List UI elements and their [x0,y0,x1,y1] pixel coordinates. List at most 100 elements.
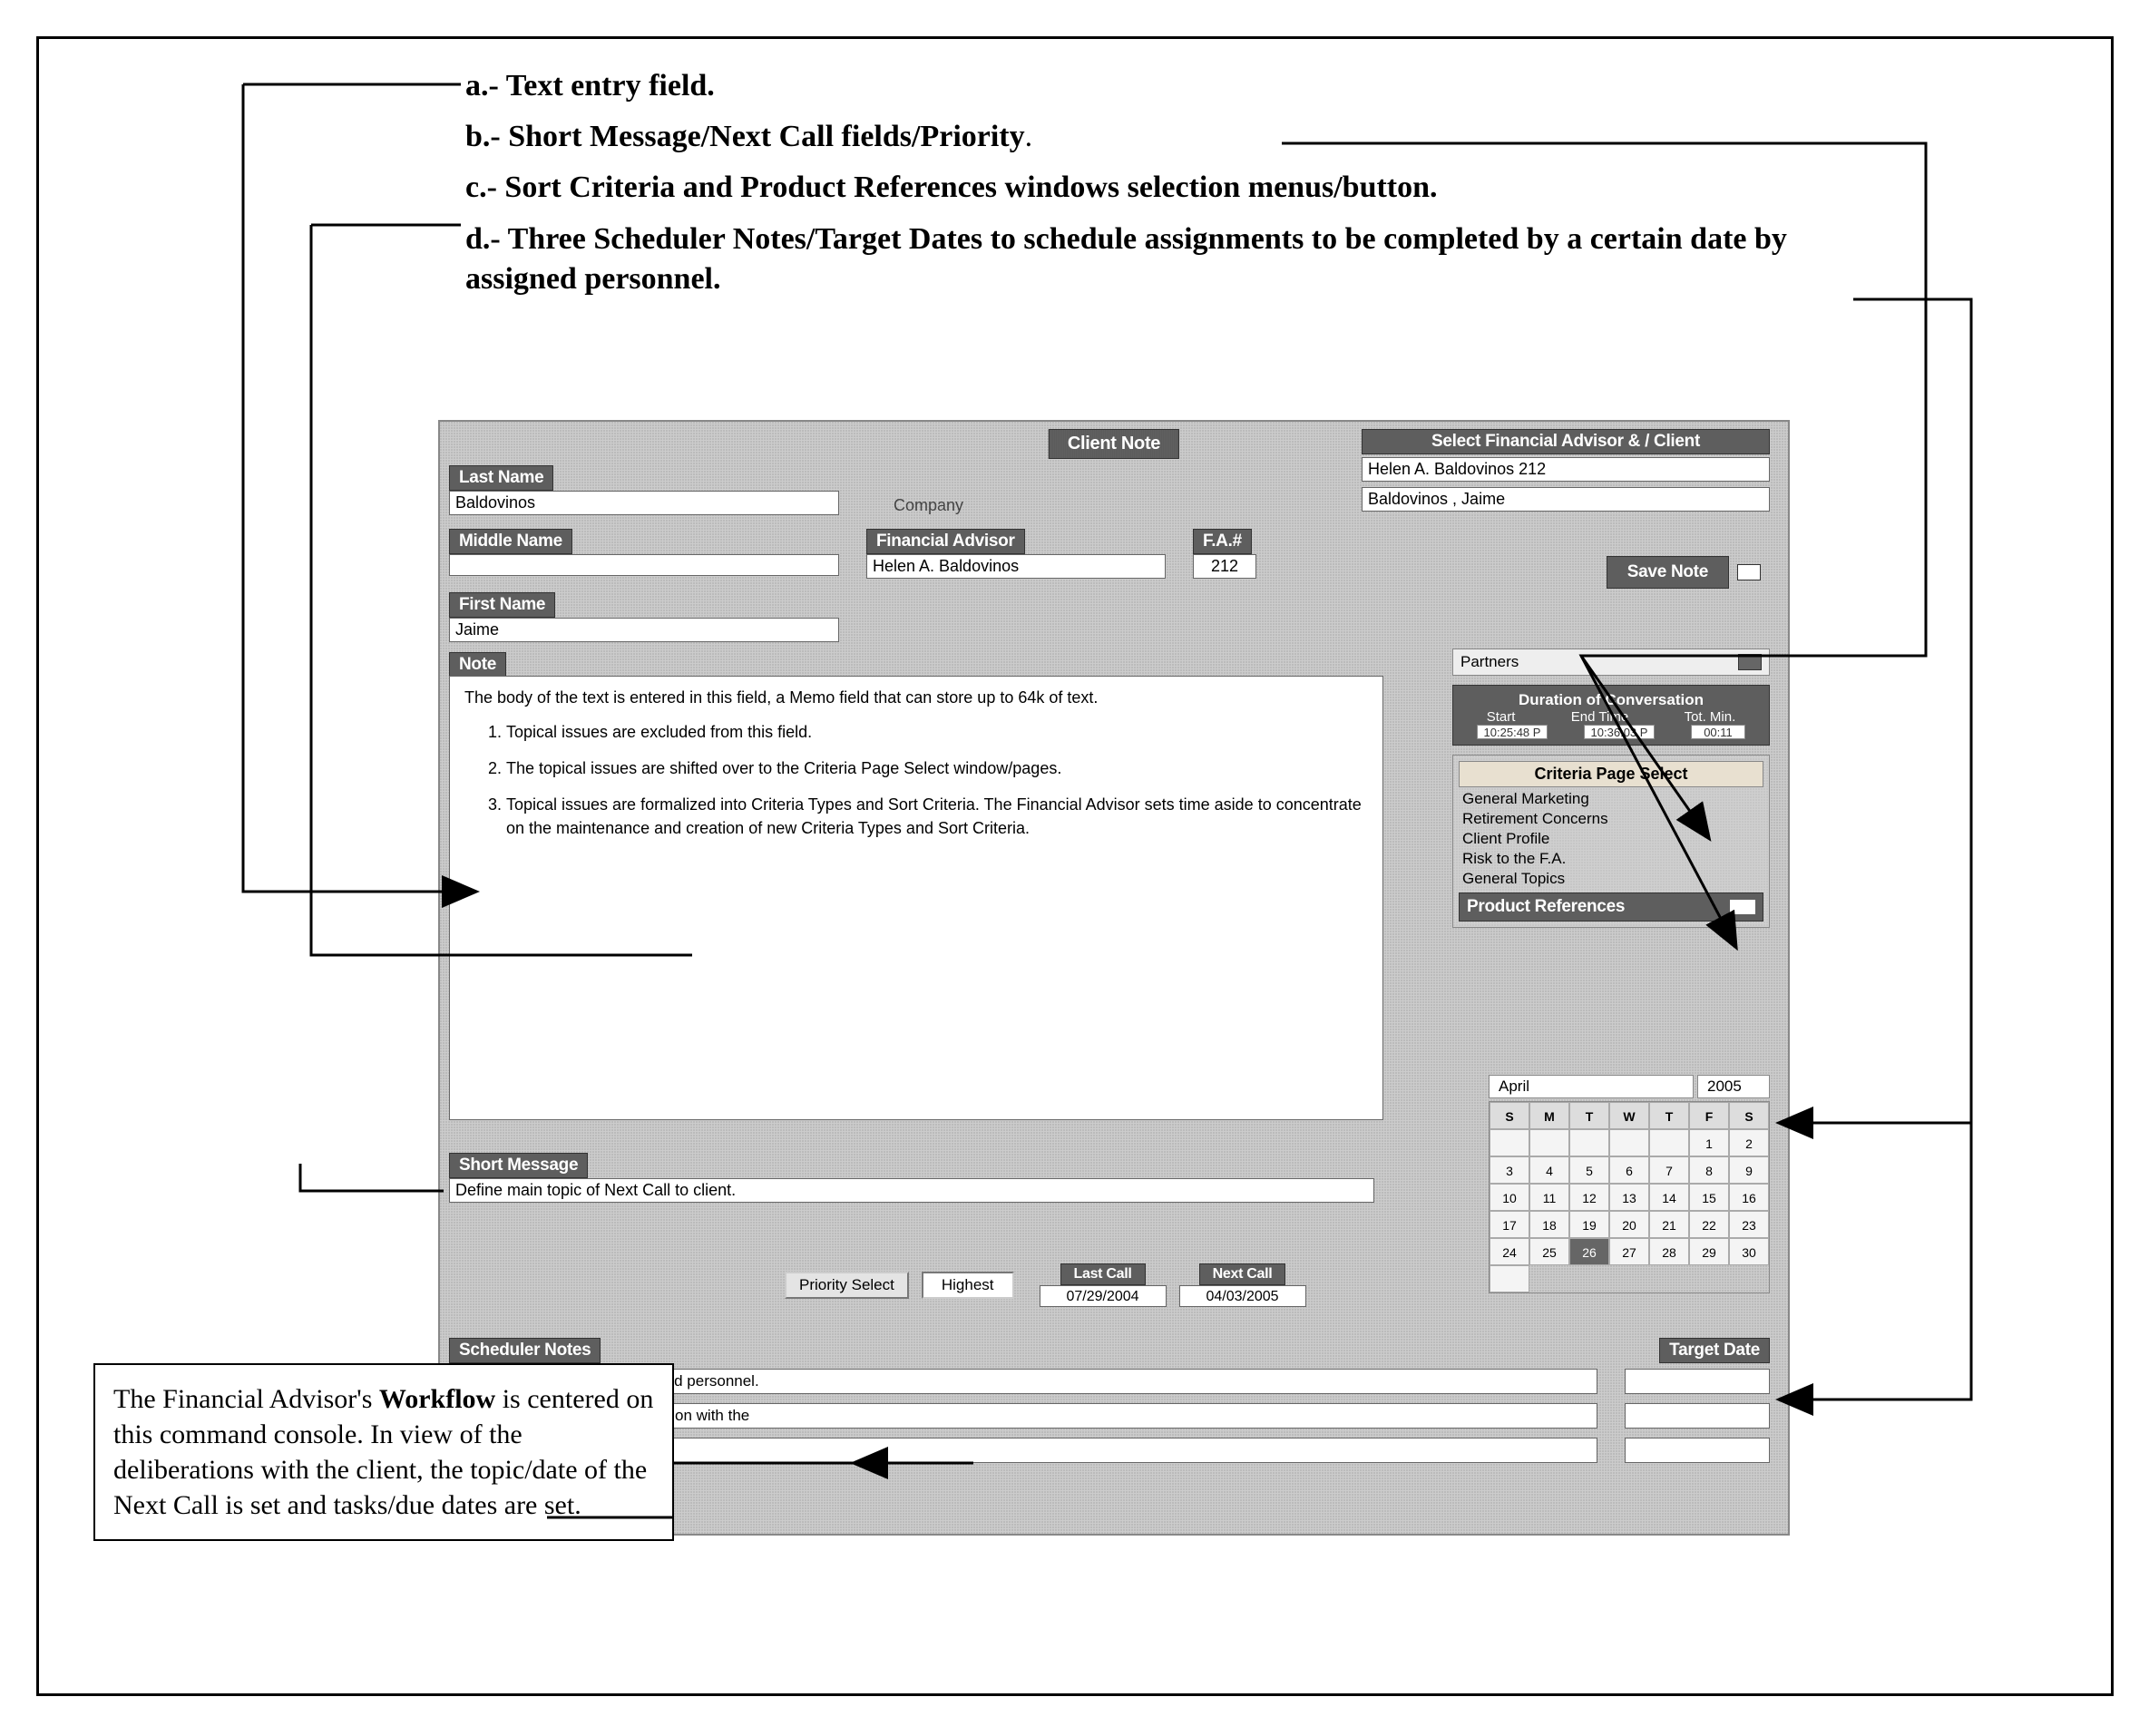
calendar-day[interactable]: 25 [1529,1238,1569,1265]
criteria-item[interactable]: Retirement Concerns [1459,809,1763,829]
annotation-c-prefix: c.- [465,171,497,204]
calendar-year[interactable]: 2005 [1697,1075,1770,1098]
next-call-label: Next Call [1199,1263,1286,1285]
criteria-item[interactable]: Risk to the F.A. [1459,849,1763,869]
client-select[interactable]: Baldovinos , Jaime [1362,487,1770,512]
target-date-label: Target Date [1659,1338,1770,1363]
target-date-2[interactable] [1625,1403,1770,1429]
calendar-day[interactable]: 11 [1529,1184,1569,1211]
calendar-dow: F [1689,1102,1729,1129]
calendar-day[interactable]: 6 [1609,1156,1649,1184]
calendar-dow: S [1729,1102,1769,1129]
calendar-day[interactable]: 1 [1689,1129,1729,1156]
calendar-day[interactable]: 14 [1649,1184,1689,1211]
calendar-day[interactable]: 16 [1729,1184,1769,1211]
calendar-month[interactable]: April [1489,1075,1694,1098]
calendar-day[interactable]: 7 [1649,1156,1689,1184]
select-fa-client-header: Select Financial Advisor & / Client [1362,429,1770,454]
conv-end-val: 10:36:03 P [1584,725,1655,739]
note-label: Note [449,652,506,678]
note-item-1: Topical issues are excluded from this fi… [506,720,1368,744]
annotation-a-prefix: a.- [465,69,499,102]
callout-bold: Workflow [379,1384,495,1414]
annotation-c: c.- Sort Criteria and Product References… [465,168,1962,208]
calendar-day[interactable]: 8 [1689,1156,1729,1184]
partners-row[interactable]: Partners [1452,649,1770,676]
calendar-day[interactable]: 13 [1609,1184,1649,1211]
calendar-day[interactable]: 27 [1609,1238,1649,1265]
calendar-day[interactable]: 10 [1490,1184,1529,1211]
calendar-day[interactable]: 5 [1569,1156,1609,1184]
calendar-day [1609,1129,1649,1156]
target-date-1[interactable] [1625,1369,1770,1394]
criteria-header: Criteria Page Select [1459,761,1763,787]
next-call-field[interactable]: 04/03/2005 [1179,1285,1306,1307]
priority-select-button[interactable]: Priority Select [785,1272,909,1299]
last-call-label: Last Call [1060,1263,1146,1285]
side-panel: Partners Duration of Conversation Start … [1452,649,1770,937]
last-name-label: Last Name [449,465,553,491]
short-message-label: Short Message [449,1153,588,1178]
short-message-field[interactable]: Define main topic of Next Call to client… [449,1178,1374,1203]
calendar-day[interactable]: 26 [1569,1238,1609,1265]
calendar-dow: T [1649,1102,1689,1129]
calendar-day[interactable]: 19 [1569,1211,1609,1238]
last-call-field[interactable]: 07/29/2004 [1040,1285,1167,1307]
conv-end-lbl: End Time [1571,709,1628,725]
window-title: Client Note [1049,429,1179,459]
note-list: Topical issues are excluded from this fi… [506,720,1368,840]
save-note-button[interactable]: Save Note [1607,556,1729,589]
middle-name-label: Middle Name [449,529,572,554]
middle-name-field[interactable] [449,554,839,576]
company-label: Company [894,496,963,515]
calendar-day[interactable]: 4 [1529,1156,1569,1184]
calendar-day[interactable]: 24 [1490,1238,1529,1265]
calendar-day[interactable]: 2 [1729,1129,1769,1156]
criteria-item[interactable]: General Topics [1459,869,1763,889]
annotation-d-prefix: d.- [465,222,501,256]
criteria-item[interactable]: General Marketing [1459,789,1763,809]
calendar-day [1569,1129,1609,1156]
product-ref-label: Product References [1467,897,1625,917]
target-date-3[interactable] [1625,1438,1770,1463]
calendar[interactable]: April 2005 SMTWTFS1234567891011121314151… [1489,1075,1770,1293]
note-intro-text: The body of the text is entered in this … [464,686,1368,709]
fa-label: Financial Advisor [866,529,1025,554]
calendar-day[interactable]: 18 [1529,1211,1569,1238]
calendar-day[interactable]: 20 [1609,1211,1649,1238]
calendar-day[interactable]: 28 [1649,1238,1689,1265]
criteria-item[interactable]: Client Profile [1459,829,1763,849]
calendar-day[interactable]: 23 [1729,1211,1769,1238]
conv-tot-lbl: Tot. Min. [1685,709,1736,725]
advisor-select[interactable]: Helen A. Baldovinos 212 [1362,457,1770,482]
last-name-field[interactable]: Baldovinos [449,491,839,515]
calendar-dow: T [1569,1102,1609,1129]
conv-start-lbl: Start [1487,709,1516,725]
annotation-b: b.- Short Message/Next Call fields/Prior… [465,117,1962,157]
calendar-dow: M [1529,1102,1569,1129]
annotation-c-text: Sort Criteria and Product References win… [497,171,1438,204]
calendar-day[interactable]: 30 [1729,1238,1769,1265]
calendar-day[interactable]: 9 [1729,1156,1769,1184]
calendar-day[interactable]: 22 [1689,1211,1729,1238]
calendar-dow: S [1490,1102,1529,1129]
priority-value[interactable]: Highest [922,1272,1014,1299]
calendar-day[interactable]: 29 [1689,1238,1729,1265]
fa-num-field[interactable]: 212 [1193,554,1256,579]
calendar-day [1649,1129,1689,1156]
calendar-day[interactable]: 15 [1689,1184,1729,1211]
workflow-callout: The Financial Advisor's Workflow is cent… [93,1363,674,1541]
calendar-day[interactable]: 3 [1490,1156,1529,1184]
note-textarea[interactable]: The body of the text is entered in this … [449,676,1383,1120]
first-name-field[interactable]: Jaime [449,618,839,642]
calendar-day[interactable]: 21 [1649,1211,1689,1238]
calendar-dow: W [1609,1102,1649,1129]
annotation-a-text: Text entry field. [499,69,715,102]
fa-field[interactable]: Helen A. Baldovinos [866,554,1166,579]
product-references-button[interactable]: Product References [1459,892,1763,922]
conv-header: Duration of Conversation [1459,691,1763,709]
conv-tot-val: 00:11 [1691,725,1745,739]
calendar-day[interactable]: 17 [1490,1211,1529,1238]
partners-toggle-icon[interactable] [1738,654,1762,670]
calendar-day[interactable]: 12 [1569,1184,1609,1211]
